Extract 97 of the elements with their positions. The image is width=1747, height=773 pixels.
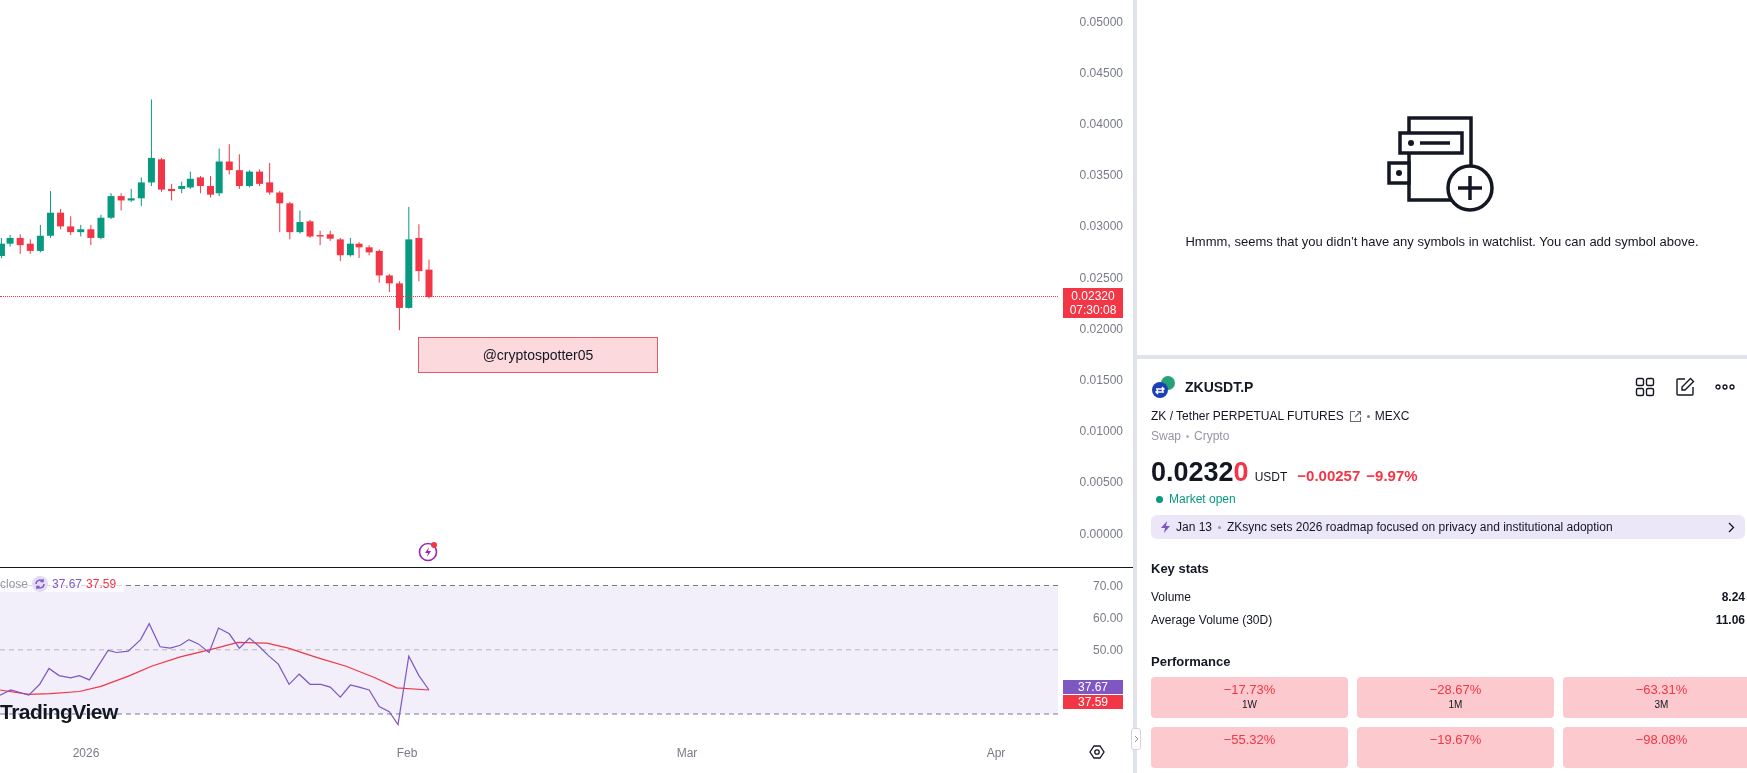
candle — [375, 248, 383, 284]
price-change-percent: −9.97% — [1366, 467, 1418, 484]
candle — [415, 223, 423, 282]
candle — [26, 238, 34, 255]
price-change: −0.00257 — [1297, 467, 1361, 484]
price-scale-label: 0.04500 — [1079, 65, 1123, 80]
candle — [316, 230, 324, 246]
price-scale-label: 0.02500 — [1079, 270, 1123, 285]
price-scale-label: 0.04000 — [1079, 117, 1123, 131]
rsi-value-badge: 37.59 — [1063, 695, 1123, 709]
candle — [46, 190, 54, 239]
rsi-legend-label: close — [0, 577, 28, 591]
rsi-scale-label: 70.00 — [1092, 578, 1123, 593]
price-scale-label: 0.01500 — [1079, 373, 1123, 387]
last-price-badge: 0.02320 07:30:08 — [1063, 288, 1123, 318]
rsi-legend-value: 37.59 — [86, 577, 117, 591]
candle — [395, 280, 403, 331]
candle — [225, 143, 233, 175]
candle — [196, 175, 204, 194]
candle — [425, 259, 433, 299]
grid-icon[interactable] — [1635, 377, 1655, 397]
coin-logo-icon — [1151, 375, 1177, 399]
market-status: Market open — [1169, 492, 1236, 506]
external-link-icon[interactable] — [1348, 409, 1362, 423]
rsi-value-badge: 37.67 — [1063, 680, 1123, 694]
price-scale-label: 0.01000 — [1079, 424, 1123, 439]
price-scale-label: 0.03000 — [1079, 219, 1123, 234]
candle — [57, 208, 65, 230]
performance-cell: −19.67% — [1357, 727, 1554, 768]
candle — [266, 162, 274, 196]
stat-label: Average Volume (30D) — [1151, 613, 1273, 627]
time-scale-label: Apr — [986, 746, 1006, 760]
lightning-icon[interactable] — [417, 540, 439, 562]
stat-label: Volume — [1151, 590, 1192, 604]
candle — [336, 237, 344, 262]
time-scale-label: Mar — [676, 746, 698, 760]
candle — [87, 224, 95, 246]
performance-cell: −28.67% 1M — [1357, 677, 1554, 718]
candle — [77, 224, 85, 237]
performance-cell: −63.31% 3M — [1563, 677, 1747, 718]
price-scale-label: 0.00500 — [1079, 475, 1123, 490]
candle — [67, 215, 75, 236]
price-scale-label: 0.03500 — [1079, 168, 1123, 183]
collapse-handle[interactable] — [1131, 728, 1141, 750]
price-scale-label: 0.00000 — [1079, 526, 1123, 541]
candle — [16, 233, 24, 255]
candle — [326, 230, 334, 242]
price-scale-label: 0.05000 — [1079, 14, 1123, 29]
performance-cell: −98.08% — [1563, 727, 1747, 768]
candle — [235, 153, 243, 190]
chart-text-note: @cryptospotter05 — [418, 337, 658, 373]
tradingview-logo: TradingView — [0, 700, 118, 724]
symbol-tag: Swap — [1151, 429, 1182, 443]
candle — [385, 273, 393, 293]
news-banner[interactable]: Jan 13 ZKsync sets 2026 roadmap focused on privacy and institutional adoption — [1151, 515, 1745, 539]
section-title: Key stats — [1151, 561, 1210, 576]
chevron-right-icon — [1728, 521, 1735, 533]
status-dot-icon — [1156, 495, 1163, 503]
lightning-icon — [1161, 521, 1170, 533]
watchlist-empty-message: Hmmm, seems that you didn’t have any symbols in watchlist. You can add symbol above. — [1185, 234, 1699, 249]
stat-value: 8.24 — [1721, 590, 1745, 604]
symbol-ticker: ZKUSDT.P — [1185, 379, 1254, 395]
refresh-icon[interactable] — [32, 576, 48, 592]
rsi-scale-label: 50.00 — [1092, 642, 1123, 657]
news-headline: ZKsync sets 2026 roadmap focused on privacy and institutional adoption — [1227, 520, 1614, 534]
candle — [245, 169, 253, 188]
time-scale-label: 2026 — [72, 746, 100, 760]
rsi-legend-value: 37.67 — [52, 577, 83, 591]
currency-label: USDT — [1254, 470, 1288, 484]
candle — [365, 244, 373, 256]
candle — [276, 190, 284, 233]
performance-cell: −17.73% 1W — [1151, 677, 1348, 718]
candle — [36, 224, 44, 253]
candle — [158, 157, 165, 193]
candle — [256, 168, 264, 187]
exchange-name: MEXC — [1374, 409, 1410, 423]
performance-cell: −55.32% — [1151, 727, 1348, 768]
candle — [137, 176, 145, 207]
current-price: 0.02320 — [1151, 457, 1249, 488]
section-title: Performance — [1151, 654, 1232, 669]
candle — [127, 188, 135, 203]
stat-value: 11.06 — [1715, 613, 1745, 627]
settings-icon[interactable] — [1089, 744, 1105, 760]
candle — [117, 192, 125, 212]
symbol-tag: Crypto — [1194, 429, 1230, 443]
candle — [286, 201, 294, 240]
news-date: Jan 13 — [1176, 520, 1213, 534]
rsi-scale-label: 60.00 — [1092, 610, 1123, 625]
candle — [107, 192, 115, 220]
candle — [168, 183, 176, 201]
symbol-description: ZK / Tether PERPETUAL FUTURES — [1151, 409, 1344, 423]
edit-icon[interactable] — [1675, 377, 1695, 397]
candle — [97, 214, 105, 240]
candle — [296, 210, 304, 235]
price-scale-label: 0.02000 — [1079, 321, 1123, 336]
candle — [306, 219, 314, 239]
time-scale-label: Feb — [396, 746, 418, 760]
